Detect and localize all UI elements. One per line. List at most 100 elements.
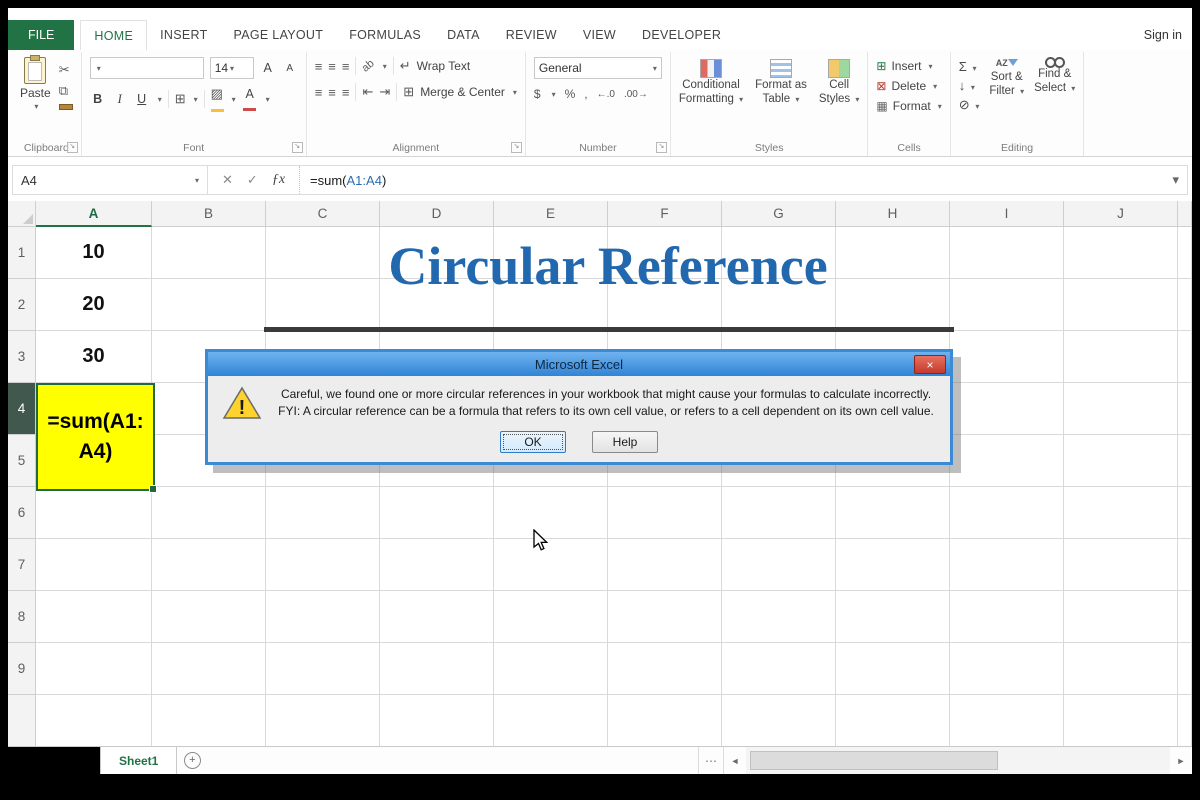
conditional-formatting-button[interactable]: Conditional Formatting ▾	[679, 59, 743, 106]
cell-A8[interactable]	[36, 591, 152, 643]
tab-home[interactable]: HOME	[80, 20, 147, 50]
cell-A2[interactable]: 20	[36, 279, 152, 331]
increase-indent-icon[interactable]: ⇥	[379, 84, 390, 100]
horizontal-scrollbar[interactable]: ◄ ►	[723, 747, 1192, 774]
cell-filler[interactable]	[380, 695, 494, 746]
borders-dropdown-icon[interactable]: ▾	[194, 95, 198, 104]
align-right-icon[interactable]: ≡	[342, 85, 350, 100]
insert-function-icon[interactable]: ƒx	[272, 172, 285, 188]
sign-in-link[interactable]: Sign in	[1134, 20, 1192, 50]
cell-G8[interactable]	[722, 591, 836, 643]
cell-C9[interactable]	[266, 643, 380, 695]
dialog-close-button[interactable]: ×	[914, 355, 946, 374]
align-left-icon[interactable]: ≡	[315, 85, 323, 100]
cell-E8[interactable]	[494, 591, 608, 643]
italic-button[interactable]: I	[112, 92, 128, 107]
cell-E6[interactable]	[494, 487, 608, 539]
name-box[interactable]: A4 ▾	[13, 166, 208, 194]
font-size-combo[interactable]: 14 ▾	[210, 57, 254, 79]
comma-format-icon[interactable]: ,	[584, 87, 587, 101]
cell-J8[interactable]	[1064, 591, 1178, 643]
help-button[interactable]: Help	[592, 431, 658, 453]
column-header-J[interactable]: J	[1064, 201, 1178, 227]
tab-developer[interactable]: DEVELOPER	[629, 20, 734, 50]
cell-filler[interactable]	[1064, 695, 1178, 746]
cell-I5[interactable]	[950, 435, 1064, 487]
cell-A6[interactable]	[36, 487, 152, 539]
scroll-right-icon[interactable]: ►	[1170, 747, 1192, 774]
find-select-button[interactable]: Find & Select ▾	[1034, 57, 1075, 95]
sort-filter-button[interactable]: AZ Sort & Filter ▾	[989, 57, 1024, 98]
align-center-icon[interactable]: ≡	[328, 85, 336, 100]
dialog-titlebar[interactable]: Microsoft Excel ×	[208, 352, 950, 376]
format-cells-button[interactable]: ▦ Format ▾	[876, 99, 941, 113]
bold-button[interactable]: B	[90, 92, 106, 106]
autosum-button[interactable]: Σ ▾	[959, 59, 980, 74]
cell-filler[interactable]	[722, 695, 836, 746]
add-sheet-button[interactable]: +	[177, 747, 207, 774]
cell-B9[interactable]	[152, 643, 266, 695]
select-all-corner[interactable]	[8, 201, 36, 227]
sheet-tab-sheet1[interactable]: Sheet1	[100, 747, 177, 774]
tab-splitter[interactable]: ⋯	[698, 747, 723, 774]
fill-color-dropdown-icon[interactable]: ▾	[232, 95, 236, 104]
wrap-text-button[interactable]: Wrap Text	[417, 59, 471, 73]
borders-icon[interactable]: ⊞	[175, 91, 186, 107]
cell-J6[interactable]	[1064, 487, 1178, 539]
cell-C6[interactable]	[266, 487, 380, 539]
cell-B7[interactable]	[152, 539, 266, 591]
row-header-8[interactable]: 8	[8, 591, 36, 643]
decrease-indent-icon[interactable]: ⇤	[362, 84, 373, 100]
grow-font-button[interactable]: A	[260, 61, 276, 75]
cell-D6[interactable]	[380, 487, 494, 539]
row-header-6[interactable]: 6	[8, 487, 36, 539]
row-header-4[interactable]: 4	[8, 383, 36, 435]
underline-button[interactable]: U	[134, 92, 150, 106]
cell-I3[interactable]	[950, 331, 1064, 383]
cell-A7[interactable]	[36, 539, 152, 591]
orientation-icon[interactable]: ab	[360, 57, 377, 74]
column-header-G[interactable]: G	[722, 201, 836, 227]
shrink-font-button[interactable]: A	[282, 63, 298, 74]
cell-F7[interactable]	[608, 539, 722, 591]
row-header-9[interactable]: 9	[8, 643, 36, 695]
cell-H7[interactable]	[836, 539, 950, 591]
paste-dropdown-icon[interactable]: ▾	[34, 102, 38, 111]
font-name-dropdown-icon[interactable]: ▾	[97, 64, 101, 73]
currency-dropdown-icon[interactable]: ▾	[552, 90, 556, 99]
orientation-dropdown-icon[interactable]: ▾	[383, 62, 387, 71]
enter-entry-icon[interactable]: ✓	[247, 172, 258, 188]
cell-A9[interactable]	[36, 643, 152, 695]
column-header-E[interactable]: E	[494, 201, 608, 227]
paste-button[interactable]: Paste ▾	[20, 57, 51, 111]
cell-J3[interactable]	[1064, 331, 1178, 383]
formula-input[interactable]: =sum(A1:A4)	[300, 166, 1164, 194]
row-header-5[interactable]: 5	[8, 435, 36, 487]
cell-C7[interactable]	[266, 539, 380, 591]
align-bottom-icon[interactable]: ≡	[342, 59, 350, 74]
column-header-D[interactable]: D	[380, 201, 494, 227]
cell-C8[interactable]	[266, 591, 380, 643]
cell-I9[interactable]	[950, 643, 1064, 695]
cell-F9[interactable]	[608, 643, 722, 695]
cell-I8[interactable]	[950, 591, 1064, 643]
cell-J4[interactable]	[1064, 383, 1178, 435]
cell-I6[interactable]	[950, 487, 1064, 539]
row-header-7[interactable]: 7	[8, 539, 36, 591]
delete-cells-button[interactable]: ⊠ Delete ▾	[876, 79, 941, 93]
tab-page-layout[interactable]: PAGE LAYOUT	[221, 20, 337, 50]
dialog-launcher-number[interactable]: ↘	[656, 142, 667, 153]
cell-G7[interactable]	[722, 539, 836, 591]
cell-filler[interactable]	[36, 695, 152, 746]
tab-data[interactable]: DATA	[434, 20, 493, 50]
dialog-launcher-font[interactable]: ↘	[292, 142, 303, 153]
font-name-combo[interactable]: ▾	[90, 57, 204, 79]
tab-formulas[interactable]: FORMULAS	[336, 20, 434, 50]
column-header-I[interactable]: I	[950, 201, 1064, 227]
cell-H9[interactable]	[836, 643, 950, 695]
cell-I4[interactable]	[950, 383, 1064, 435]
cell-J9[interactable]	[1064, 643, 1178, 695]
cell-G9[interactable]	[722, 643, 836, 695]
format-as-table-button[interactable]: Format as Table ▾	[755, 59, 807, 106]
align-middle-icon[interactable]: ≡	[328, 59, 336, 74]
